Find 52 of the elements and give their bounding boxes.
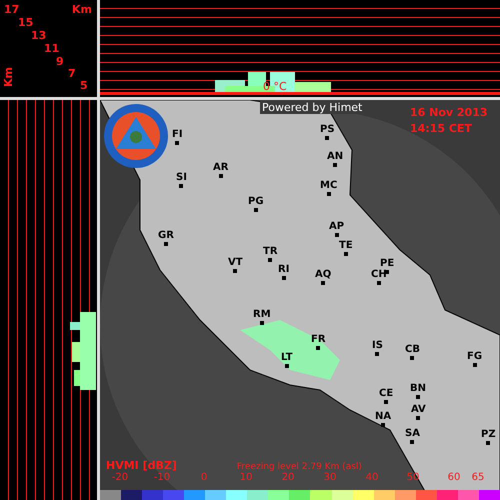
city-label: AR: [213, 163, 228, 178]
legend-tick: -10: [154, 472, 170, 483]
freezing-level-mark: 0 °C: [263, 81, 287, 92]
legend-title: HVMI [dBZ]: [106, 459, 177, 472]
height-tick: 7: [68, 68, 76, 79]
city-label: FR: [311, 335, 326, 350]
city-label: LT: [281, 353, 293, 368]
axis-unit: Km: [72, 4, 92, 15]
city-label: PG: [248, 197, 264, 212]
city-label: TE: [339, 241, 353, 256]
height-tick: 11: [44, 43, 60, 54]
legend-tick: 10: [240, 472, 252, 483]
legend-tick: -20: [112, 472, 128, 483]
city-label: BN: [410, 384, 426, 399]
city-label: PZ: [481, 430, 496, 445]
city-label: RI: [278, 265, 290, 280]
city-label: TR: [263, 247, 278, 262]
legend-tick: 50: [406, 472, 420, 483]
legend-tick: 65: [472, 472, 484, 483]
city-label: AQ: [315, 270, 332, 285]
freezing-level-text: Freezing level 2.79 Km (asl): [236, 462, 362, 472]
legend-tick: 20: [282, 472, 294, 483]
city-label: SI: [176, 173, 187, 188]
city-label: VT: [228, 258, 243, 273]
credit-text: Powered by Himet: [260, 101, 364, 114]
legend-tick: 0: [200, 472, 208, 483]
city-label: AV: [411, 405, 426, 420]
city-label: IS: [372, 341, 383, 356]
city-label: SA: [405, 429, 420, 444]
height-tick: 17: [4, 4, 20, 15]
city-label: CE: [379, 389, 394, 404]
city-label: FG: [467, 352, 482, 367]
legend-tick: 40: [366, 472, 378, 483]
height-tick: 5: [80, 80, 88, 91]
city-label: AN: [327, 152, 344, 167]
legend-tick: 60: [448, 472, 460, 483]
height-tick: 15: [18, 17, 34, 28]
legend-tick: 30: [324, 472, 336, 483]
city-label: CB: [405, 345, 420, 360]
city-label: RM: [253, 310, 271, 325]
time-text: 14:15 CET: [410, 122, 472, 135]
city-label: MC: [320, 181, 338, 196]
emblem-icon: [103, 103, 169, 169]
city-label: GR: [158, 231, 174, 246]
height-tick: 13: [31, 30, 46, 41]
city-label: PS: [320, 125, 335, 140]
date-text: 16 Nov 2013: [410, 106, 488, 119]
axis-label: Km: [3, 67, 14, 87]
city-label: NA: [375, 412, 392, 427]
height-tick: 9: [56, 56, 64, 67]
city-label: AP: [329, 222, 344, 237]
city-label: FI: [172, 130, 183, 145]
